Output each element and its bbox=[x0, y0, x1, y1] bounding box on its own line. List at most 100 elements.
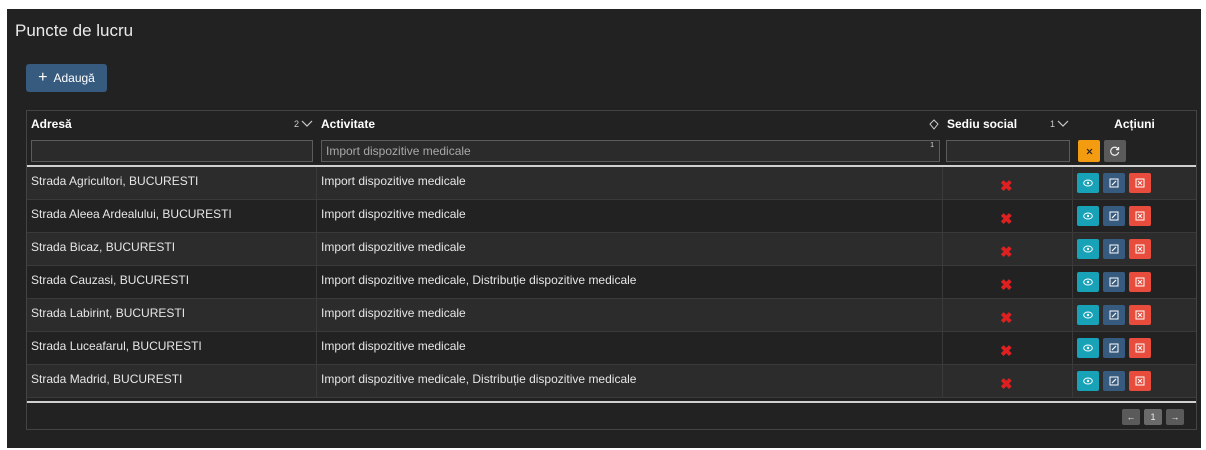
cell-actiuni bbox=[1073, 266, 1198, 298]
pagination-bar: ← 1 → bbox=[27, 401, 1196, 429]
edit-icon bbox=[1109, 211, 1119, 221]
cell-sediu-social: ✖ bbox=[943, 365, 1073, 397]
eye-icon bbox=[1083, 344, 1093, 352]
no-icon: ✖ bbox=[1000, 178, 1013, 195]
edit-button[interactable] bbox=[1103, 305, 1125, 325]
filter-sediu-social-input[interactable] bbox=[946, 140, 1070, 162]
column-header-label: Acțiuni bbox=[1114, 117, 1155, 131]
cell-adresa: Strada Labirint, BUCURESTI bbox=[27, 299, 317, 331]
main-panel: Puncte de lucru + Adaugă Adresă 2 Activi… bbox=[7, 9, 1201, 448]
reset-filters-button[interactable] bbox=[1104, 140, 1126, 162]
no-icon: ✖ bbox=[1000, 277, 1013, 294]
clear-filters-button[interactable] bbox=[1078, 140, 1100, 162]
view-button[interactable] bbox=[1077, 338, 1099, 358]
cell-adresa: Strada Luceafarul, BUCURESTI bbox=[27, 332, 317, 364]
delete-icon bbox=[1135, 310, 1145, 320]
column-header-label: Activitate bbox=[321, 117, 376, 131]
delete-icon bbox=[1135, 244, 1145, 254]
cell-sediu-social: ✖ bbox=[943, 332, 1073, 364]
no-icon: ✖ bbox=[1000, 211, 1013, 228]
view-button[interactable] bbox=[1077, 206, 1099, 226]
cell-sediu-social: ✖ bbox=[943, 266, 1073, 298]
page-1-button[interactable]: 1 bbox=[1144, 409, 1162, 425]
page-title: Puncte de lucru bbox=[15, 21, 134, 40]
cell-sediu-social: ✖ bbox=[943, 167, 1073, 199]
delete-button[interactable] bbox=[1129, 239, 1151, 259]
cell-adresa: Strada Madrid, BUCURESTI bbox=[27, 365, 317, 397]
delete-button[interactable] bbox=[1129, 173, 1151, 193]
column-header-adresa[interactable]: Adresă 2 bbox=[27, 111, 317, 137]
cell-sediu-social: ✖ bbox=[943, 233, 1073, 265]
view-button[interactable] bbox=[1077, 272, 1099, 292]
delete-icon bbox=[1135, 178, 1145, 188]
column-header-actiuni: Acțiuni bbox=[1073, 111, 1196, 137]
add-button-label: Adaugă bbox=[53, 71, 95, 85]
edit-button[interactable] bbox=[1103, 239, 1125, 259]
next-page-button[interactable]: → bbox=[1166, 409, 1184, 425]
delete-button[interactable] bbox=[1129, 305, 1151, 325]
view-button[interactable] bbox=[1077, 173, 1099, 193]
cell-sediu-social: ✖ bbox=[943, 200, 1073, 232]
cell-actiuni bbox=[1073, 233, 1198, 265]
view-button[interactable] bbox=[1077, 305, 1099, 325]
edit-button[interactable] bbox=[1103, 173, 1125, 193]
delete-icon bbox=[1135, 277, 1145, 287]
edit-icon bbox=[1109, 376, 1119, 386]
delete-button[interactable] bbox=[1129, 206, 1151, 226]
delete-button[interactable] bbox=[1129, 272, 1151, 292]
edit-button[interactable] bbox=[1103, 272, 1125, 292]
edit-icon bbox=[1109, 310, 1119, 320]
work-points-table: Adresă 2 Activitate Sediu social 1 Acțiu… bbox=[26, 110, 1197, 430]
edit-icon bbox=[1109, 178, 1119, 188]
no-icon: ✖ bbox=[1000, 376, 1013, 393]
table-header: Adresă 2 Activitate Sediu social 1 Acțiu… bbox=[27, 111, 1196, 137]
sort-order: 1 bbox=[1049, 119, 1055, 129]
plus-icon: + bbox=[38, 69, 48, 86]
view-button[interactable] bbox=[1077, 371, 1099, 391]
cell-activitate: Import dispozitive medicale, Distribuție… bbox=[317, 365, 943, 397]
sort-indicator: 1 bbox=[1050, 111, 1069, 137]
eye-icon bbox=[1083, 245, 1093, 253]
view-button[interactable] bbox=[1077, 239, 1099, 259]
eye-icon bbox=[1083, 212, 1093, 220]
delete-button[interactable] bbox=[1129, 371, 1151, 391]
table-row: Strada Bicaz, BUCURESTI Import dispoziti… bbox=[27, 233, 1196, 266]
filter-activitate-value: Import dispozitive medicale bbox=[326, 144, 471, 158]
edit-button[interactable] bbox=[1103, 338, 1125, 358]
filter-badge: 1 bbox=[930, 142, 934, 149]
sort-indicator bbox=[927, 111, 939, 137]
delete-button[interactable] bbox=[1129, 338, 1151, 358]
table-row: Strada Aleea Ardealului, BUCURESTI Impor… bbox=[27, 200, 1196, 233]
delete-icon bbox=[1135, 343, 1145, 353]
add-button[interactable]: + Adaugă bbox=[26, 64, 107, 92]
delete-icon bbox=[1135, 211, 1145, 221]
column-header-sediu-social[interactable]: Sediu social 1 bbox=[943, 111, 1073, 137]
prev-page-button[interactable]: ← bbox=[1122, 409, 1140, 425]
column-header-activitate[interactable]: Activitate bbox=[317, 111, 943, 137]
no-icon: ✖ bbox=[1000, 310, 1013, 327]
eye-icon bbox=[1083, 278, 1093, 286]
chevron-down-icon bbox=[1057, 120, 1069, 127]
delete-icon bbox=[1135, 376, 1145, 386]
no-icon: ✖ bbox=[1000, 343, 1013, 360]
filter-activitate-input[interactable]: Import dispozitive medicale 1 bbox=[321, 140, 940, 162]
no-icon: ✖ bbox=[1000, 244, 1013, 261]
table-row: Strada Agricultori, BUCURESTI Import dis… bbox=[27, 167, 1196, 200]
edit-icon bbox=[1109, 277, 1119, 287]
cell-sediu-social: ✖ bbox=[943, 299, 1073, 331]
cell-activitate: Import dispozitive medicale bbox=[317, 233, 943, 265]
sort-order: 2 bbox=[293, 119, 299, 129]
cell-adresa: Strada Aleea Ardealului, BUCURESTI bbox=[27, 200, 317, 232]
cell-actiuni bbox=[1073, 200, 1198, 232]
filter-row: Import dispozitive medicale 1 bbox=[27, 137, 1196, 167]
filter-adresa-input[interactable] bbox=[31, 140, 313, 162]
eye-icon bbox=[1083, 179, 1093, 187]
table-row: Strada Madrid, BUCURESTI Import dispozit… bbox=[27, 365, 1196, 398]
edit-icon bbox=[1109, 244, 1119, 254]
cell-adresa: Strada Agricultori, BUCURESTI bbox=[27, 167, 317, 199]
cell-activitate: Import dispozitive medicale bbox=[317, 200, 943, 232]
edit-button[interactable] bbox=[1103, 371, 1125, 391]
eye-icon bbox=[1083, 311, 1093, 319]
edit-button[interactable] bbox=[1103, 206, 1125, 226]
cell-actiuni bbox=[1073, 332, 1198, 364]
